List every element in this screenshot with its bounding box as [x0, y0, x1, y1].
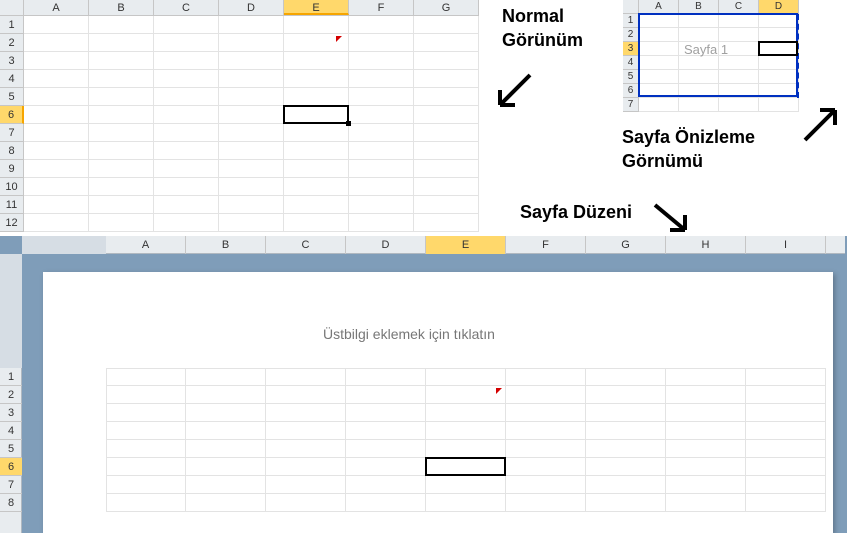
- row-header[interactable]: 7: [0, 124, 24, 142]
- row-header[interactable]: 5: [0, 440, 22, 458]
- col-header-b[interactable]: B: [679, 0, 719, 14]
- arrow-icon: [650, 200, 700, 240]
- col-header-c[interactable]: C: [719, 0, 759, 14]
- select-all-corner[interactable]: [623, 0, 639, 14]
- row-header[interactable]: 2: [623, 28, 639, 42]
- fill-handle[interactable]: [346, 121, 351, 126]
- row-header[interactable]: 11: [0, 196, 24, 214]
- col-header-f[interactable]: F: [349, 0, 414, 15]
- row-header[interactable]: 5: [0, 88, 24, 106]
- row-header[interactable]: 6: [623, 84, 639, 98]
- comment-indicator-icon: [496, 388, 502, 394]
- row-header[interactable]: 1: [0, 16, 24, 34]
- row-header[interactable]: 8: [0, 494, 22, 512]
- row-header[interactable]: 8: [0, 142, 24, 160]
- header-placeholder[interactable]: Üstbilgi eklemek için tıklatın: [323, 326, 495, 342]
- layout-cells[interactable]: [106, 368, 826, 512]
- arrow-icon: [490, 70, 540, 120]
- page-layout-view: A B C D E F G H I 1 2 3 4 5 6 7 8 Üstbil…: [0, 236, 847, 533]
- col-header-a[interactable]: A: [106, 236, 186, 254]
- arrow-icon: [800, 100, 846, 146]
- pbp-row-headers: 1 2 3 4 5 6 7: [623, 14, 639, 112]
- col-header-h[interactable]: H: [666, 236, 746, 254]
- row-header[interactable]: 7: [0, 476, 22, 494]
- col-header-e[interactable]: E: [426, 236, 506, 254]
- row-header[interactable]: 7: [623, 98, 639, 112]
- col-header-b[interactable]: B: [186, 236, 266, 254]
- pbp-column-headers: A B C D: [623, 0, 803, 14]
- label-normal-view: NormalGörünüm: [502, 4, 583, 52]
- col-header-a[interactable]: A: [639, 0, 679, 14]
- row-header[interactable]: 1: [623, 14, 639, 28]
- normal-column-headers: A B C D E F G: [0, 0, 479, 16]
- page-break-preview: A B C D 1 2 3 4 5 6 7 Sayfa 1: [623, 0, 803, 14]
- normal-row-headers: 1 2 3 4 5 6 7 8 9 10 11 12: [0, 16, 24, 232]
- select-all-corner[interactable]: [0, 0, 24, 15]
- col-header-d[interactable]: D: [346, 236, 426, 254]
- row-header[interactable]: 2: [0, 386, 22, 404]
- label-preview-view: Sayfa ÖnizlemeGörnümü: [622, 125, 755, 173]
- row-header[interactable]: 4: [0, 70, 24, 88]
- col-header-i[interactable]: I: [746, 236, 826, 254]
- row-header[interactable]: 4: [0, 422, 22, 440]
- row-header[interactable]: 10: [0, 178, 24, 196]
- row-header[interactable]: 6: [0, 106, 24, 124]
- horizontal-ruler: A B C D E F G H I: [22, 236, 845, 254]
- row-header[interactable]: 3: [0, 52, 24, 70]
- col-header-a[interactable]: A: [24, 0, 89, 15]
- row-header[interactable]: 9: [0, 160, 24, 178]
- col-header-c[interactable]: C: [266, 236, 346, 254]
- col-header-f[interactable]: F: [506, 236, 586, 254]
- row-header[interactable]: 1: [0, 368, 22, 386]
- col-header-d[interactable]: D: [219, 0, 284, 15]
- normal-view: A B C D E F G 1 2 3 4 5 6 7 8 9 10 11 12: [0, 0, 479, 16]
- row-header[interactable]: 6: [0, 458, 22, 476]
- row-header[interactable]: 3: [0, 404, 22, 422]
- row-header[interactable]: 2: [0, 34, 24, 52]
- label-layout-view: Sayfa Düzeni: [520, 200, 632, 224]
- col-header-g[interactable]: G: [586, 236, 666, 254]
- col-header-g[interactable]: G: [414, 0, 479, 15]
- row-header[interactable]: 3: [623, 42, 639, 56]
- col-header-b[interactable]: B: [89, 0, 154, 15]
- pbp-cells[interactable]: Sayfa 1: [639, 14, 799, 112]
- col-header-c[interactable]: C: [154, 0, 219, 15]
- row-header[interactable]: 4: [623, 56, 639, 70]
- col-header-d[interactable]: D: [759, 0, 799, 14]
- normal-cells[interactable]: [24, 16, 479, 232]
- comment-indicator-icon: [336, 36, 342, 42]
- row-header[interactable]: 12: [0, 214, 24, 232]
- vertical-ruler: 1 2 3 4 5 6 7 8: [0, 254, 22, 533]
- page: Üstbilgi eklemek için tıklatın: [43, 272, 833, 533]
- col-header-e[interactable]: E: [284, 0, 349, 15]
- row-header[interactable]: 5: [623, 70, 639, 84]
